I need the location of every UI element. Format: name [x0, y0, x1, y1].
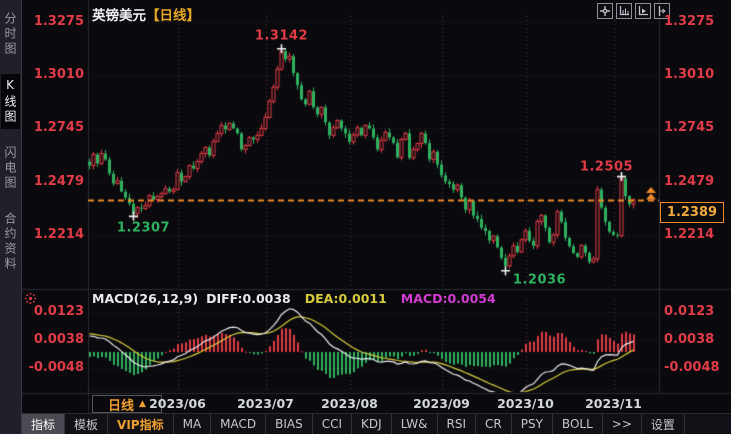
symbol-name: 英镑美元: [92, 8, 146, 24]
x-axis-label: 2023/06: [146, 396, 210, 411]
axis-zoom-icon[interactable]: [616, 3, 632, 19]
tab-rsi[interactable]: RSI: [438, 414, 477, 434]
x-axis-label: 2023/09: [410, 396, 474, 411]
sidebar-item-2[interactable]: K线图: [1, 74, 20, 129]
x-axis-label: 2023/10: [494, 396, 558, 411]
tab-cci[interactable]: CCI: [313, 414, 352, 434]
macd-dea-value: DEA:0.0011: [305, 291, 387, 306]
x-axis-label: 2023/08: [318, 396, 382, 411]
period-label: 日线: [108, 395, 134, 414]
sidebar-item-4[interactable]: 合约资料: [1, 208, 20, 276]
macd-params-label: MACD(26,12,9): [92, 291, 198, 306]
tab-[interactable]: >>: [603, 414, 642, 434]
current-price-box: 1.2389: [660, 202, 724, 223]
sidebar: 分时图 K线图闪电图合约资料: [0, 0, 22, 434]
trading-app-window: 分时图K线图闪电图合约资料 英镑美元【日线】 1.32751.30101.274…: [0, 0, 731, 434]
tab-vip[interactable]: VIP指标: [108, 414, 174, 434]
header-toolbar: [597, 3, 670, 19]
x-axis-label: 2023/11: [582, 396, 646, 411]
sidebar-item-1[interactable]: 分时图: [1, 8, 20, 61]
tab-[interactable]: 指标: [22, 414, 65, 434]
tab-psy[interactable]: PSY: [512, 414, 553, 434]
x-axis-label: 2023/07: [234, 396, 298, 411]
tab-lw[interactable]: LW&: [392, 414, 438, 434]
macd-diff-value: DIFF:0.0038: [206, 291, 291, 306]
tab-ma[interactable]: MA: [174, 414, 212, 434]
chart-title: 英镑美元【日线】: [92, 4, 200, 24]
tab-cr[interactable]: CR: [476, 414, 512, 434]
tab-kdj[interactable]: KDJ: [352, 414, 392, 434]
axis-shift-icon[interactable]: [654, 3, 670, 19]
tab-bias[interactable]: BIAS: [266, 414, 313, 434]
tab-macd[interactable]: MACD: [211, 414, 266, 434]
x-axis-row: 日线▲ 2023/062023/072023/082023/092023/102…: [22, 394, 731, 413]
axis-playback-icon[interactable]: [635, 3, 651, 19]
tab-[interactable]: 设置: [642, 414, 685, 434]
crosshair-icon[interactable]: [597, 3, 613, 19]
sidebar-item-3[interactable]: 闪电图: [1, 142, 20, 195]
macd-macd-value: MACD:0.0054: [401, 291, 496, 306]
indicator-settings-icon[interactable]: [23, 292, 37, 306]
macd-header: MACD(26,12,9) DIFF:0.0038 DEA:0.0011 MAC…: [23, 291, 496, 306]
timeframe-label: 【日线】: [146, 8, 200, 24]
tab-boll[interactable]: BOLL: [553, 414, 603, 434]
tab-[interactable]: 模板: [65, 414, 108, 434]
chart-canvas[interactable]: [0, 0, 731, 434]
indicator-tab-bar: 指标模板VIP指标MAMACDBIASCCIKDJLW&RSICRPSYBOLL…: [22, 413, 731, 434]
